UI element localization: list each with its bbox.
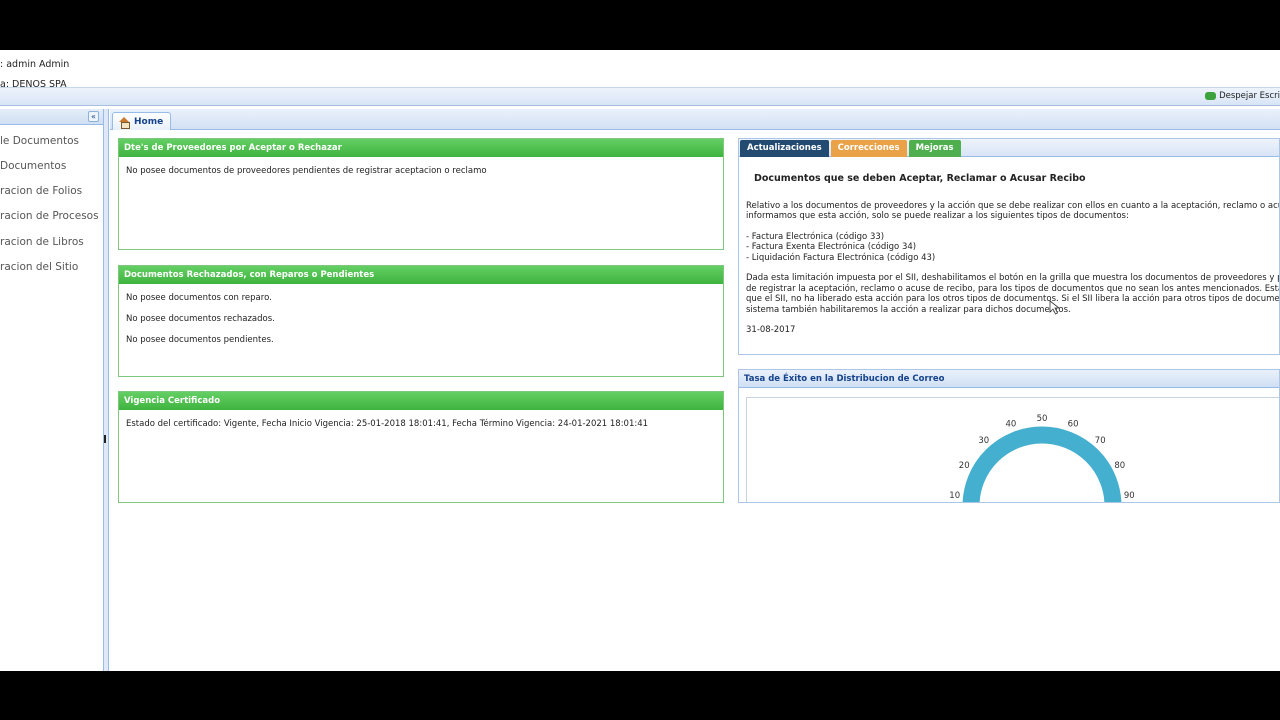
sidebar-item-sitio[interactable]: racion del Sitio [0, 261, 78, 273]
top-toolbar: Despejar Escri [0, 87, 1280, 106]
proveedores-panel: Dte's de Proveedores por Aceptar o Recha… [118, 138, 724, 250]
updates-list-item: - Liquidación Factura Electrónica (códig… [746, 252, 936, 263]
updates-list-item: - Factura Exenta Electrónica (código 34) [746, 242, 917, 252]
updates-date: 31-08-2017 [746, 325, 796, 335]
tab-correcciones[interactable]: Correcciones [830, 140, 907, 157]
sidebar-item-documentos-2[interactable]: Documentos [0, 160, 66, 172]
proveedores-message: No posee documentos de proveedores pendi… [126, 166, 487, 176]
despejar-label: Despejar Escri [1219, 91, 1280, 101]
collapse-sidebar-icon[interactable]: « [88, 111, 99, 122]
gauge-panel: Tasa de Éxito en la Distribucion de Corr… [738, 369, 1280, 503]
certificado-status: Estado del certificado: Vigente, Fecha I… [126, 419, 649, 429]
tab-home-label: Home [134, 116, 164, 127]
certificado-panel-body: Estado del certificado: Vigente, Fecha I… [119, 410, 723, 449]
gauge-chart-area: 10 20 30 40 50 60 70 80 90 [746, 397, 1279, 502]
sidebar-item-libros[interactable]: racion de Libros [0, 236, 84, 248]
updates-p2-line4: sistema también habilitaremos la acción … [746, 304, 1071, 315]
updates-p1-line2: informamos que esta acción, solo se pued… [746, 211, 1129, 221]
certificado-panel: Vigencia Certificado Estado del certific… [118, 391, 724, 503]
user-info: : admin Admin a: DENOS SPA [0, 54, 1280, 90]
proveedores-panel-body: No posee documentos de proveedores pendi… [119, 157, 723, 196]
updates-p2-line3: que el SII, no ha liberado esta acción p… [746, 294, 1280, 304]
tab-actualizaciones[interactable]: Actualizaciones [740, 140, 829, 157]
gauge-tick-label: 80 [1114, 461, 1125, 471]
gauge-panel-title: Tasa de Éxito en la Distribucion de Corr… [739, 370, 1279, 388]
splitter-handle[interactable] [104, 435, 107, 443]
gauge-tick-label: 40 [1005, 420, 1016, 430]
despejar-escritorio-button[interactable]: Despejar Escri [1205, 91, 1280, 101]
proveedores-panel-title: Dte's de Proveedores por Aceptar o Recha… [119, 139, 723, 157]
app-window: : admin Admin a: DENOS SPA Despejar Escr… [0, 50, 1280, 671]
reparo-message: No posee documentos con reparo. [126, 293, 272, 303]
certificado-panel-title: Vigencia Certificado [119, 392, 723, 410]
tab-bar: Home [110, 109, 1280, 130]
gauge-tick-label: 50 [1037, 414, 1048, 424]
sidebar-header: « [0, 109, 103, 125]
updates-tabs: Actualizaciones Correcciones Mejoras [739, 139, 1279, 157]
gauge-tick-label: 90 [1124, 491, 1135, 501]
updates-paragraph-1: Relativo a los documentos de proveedores… [746, 201, 1279, 222]
updates-content: Documentos que se deben Aceptar, Reclama… [739, 173, 1279, 336]
updates-p2-line2: de registrar la aceptación, reclamo o ac… [746, 283, 1280, 294]
gauge-tick-label: 30 [978, 436, 989, 446]
sidebar: « le Documentos Documentos racion de Fol… [0, 109, 104, 671]
updates-paragraph-2: Dada esta limitación impuesta por el SII… [746, 273, 1279, 315]
rechazados-panel-title: Documentos Rechazados, con Reparos o Pen… [119, 266, 723, 284]
updates-p2-line1: Dada esta limitación impuesta por el SII… [746, 273, 1280, 283]
updates-panel: Actualizaciones Correcciones Mejoras Doc… [738, 138, 1280, 355]
main-area: Home Dte's de Proveedores por Aceptar o … [110, 109, 1280, 671]
gauge-chart: 10 20 30 40 50 60 70 80 90 [949, 414, 1135, 502]
rechazados-panel-body: No posee documentos con reparo. No posee… [119, 284, 723, 365]
updates-p1-line1: Relativo a los documentos de proveedores… [746, 200, 1280, 211]
gauge-tick-label: 70 [1095, 436, 1106, 446]
pendientes-message: No posee documentos pendientes. [126, 335, 274, 345]
tab-mejoras[interactable]: Mejoras [908, 140, 961, 157]
user-name: : admin Admin [0, 59, 70, 70]
desktop-icon [1205, 92, 1217, 100]
updates-list-item: - Factura Electrónica (código 33) [746, 231, 885, 242]
tab-home[interactable]: Home [112, 112, 172, 130]
mouse-cursor-icon [1049, 300, 1061, 315]
gauge-tick-label: 20 [959, 461, 970, 471]
gauge-arc [962, 426, 1122, 502]
gauge-tick-label: 60 [1068, 420, 1079, 430]
sidebar-item-procesos[interactable]: racion de Procesos [0, 210, 99, 222]
home-icon [119, 116, 130, 129]
rechazados-message: No posee documentos rechazados. [126, 314, 275, 324]
updates-doc-list: - Factura Electrónica (código 33) - Fact… [746, 232, 1272, 264]
sidebar-splitter[interactable] [104, 109, 109, 671]
sidebar-item-documentos-1[interactable]: le Documentos [0, 135, 79, 147]
rechazados-panel: Documentos Rechazados, con Reparos o Pen… [118, 265, 724, 377]
sidebar-item-folios[interactable]: racion de Folios [0, 185, 82, 197]
gauge-tick-label: 10 [949, 491, 960, 501]
updates-title: Documentos que se deben Aceptar, Reclama… [754, 173, 1086, 184]
